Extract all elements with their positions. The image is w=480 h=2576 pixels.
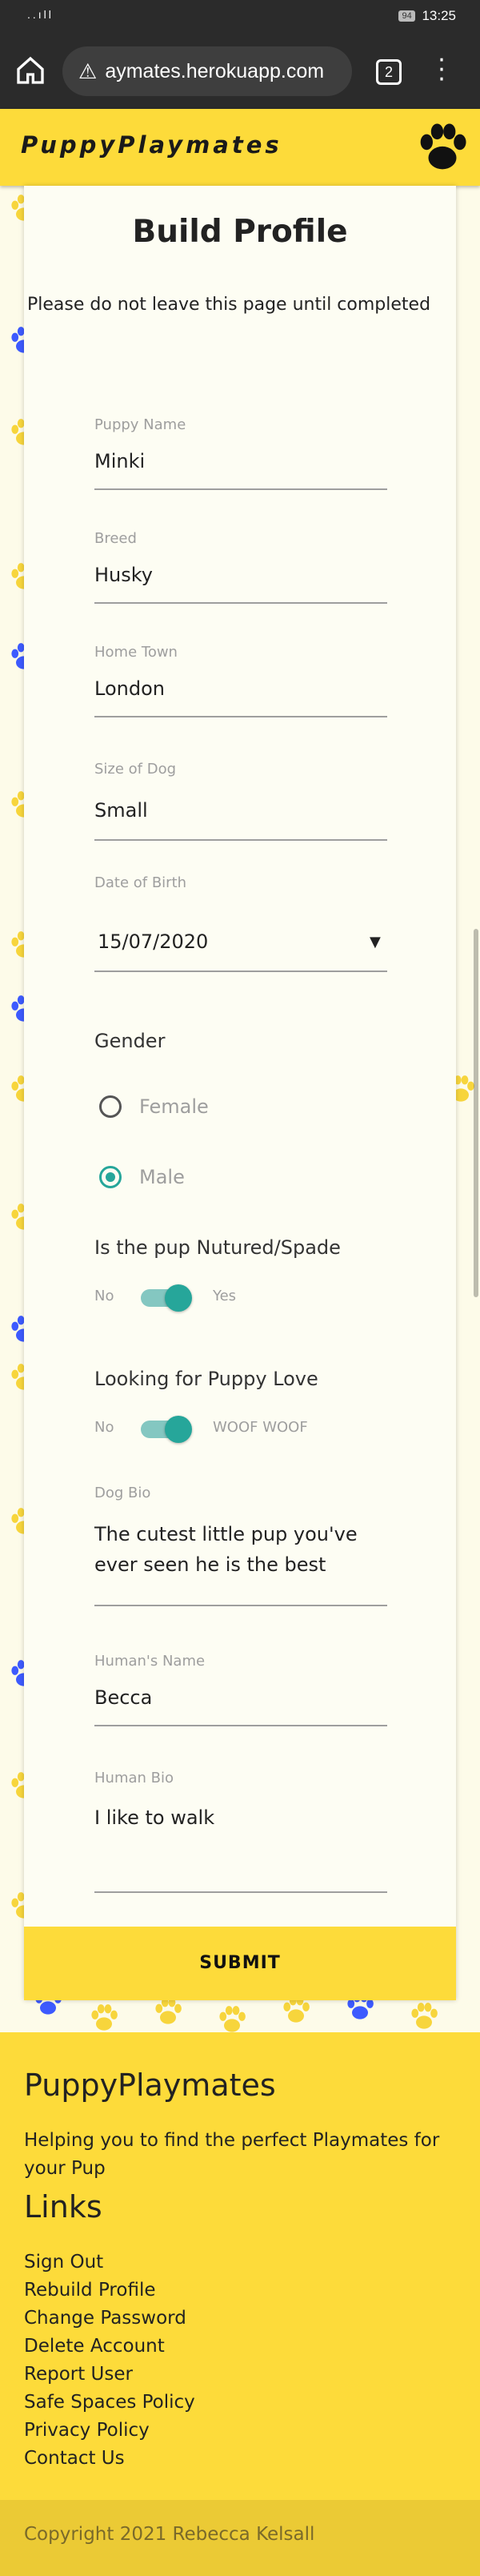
page-title: Build Profile <box>132 214 348 250</box>
puppy-love-label: Looking for Puppy Love <box>94 1368 318 1390</box>
toggle-knob <box>165 1284 192 1312</box>
home-icon[interactable] <box>14 54 46 86</box>
build-profile-card: Build Profile Please do not leave this p… <box>24 186 456 2000</box>
human-bio-input[interactable]: I like to walk <box>94 1806 214 1829</box>
gender-female-radio[interactable] <box>99 1095 122 1118</box>
dob-input[interactable]: 15/07/2020 <box>98 930 208 953</box>
dog-bio-label: Dog Bio <box>94 1485 151 1501</box>
puppy-love-toggle[interactable] <box>141 1416 192 1443</box>
dog-bio-underline <box>94 1605 387 1606</box>
submit-button[interactable]: SUBMIT <box>24 1927 456 2000</box>
gender-male-radio[interactable] <box>99 1166 122 1188</box>
scroll-indicator[interactable] <box>474 929 478 1297</box>
home-town-underline <box>94 716 387 717</box>
report-user-link[interactable]: Report User <box>24 2361 195 2389</box>
neutered-label: Is the pup Nutured/Spade <box>94 1236 341 1259</box>
site-footer: PuppyPlaymates Helping you to find the p… <box>0 2032 480 2500</box>
page-notice: Please do not leave this page until comp… <box>27 295 431 315</box>
paw-icon <box>411 2003 438 2029</box>
gender-female-label[interactable]: Female <box>139 1095 209 1118</box>
status-icons-left: ..ıll <box>27 8 54 21</box>
gender-label: Gender <box>94 1030 166 1052</box>
human-bio-underline <box>94 1891 387 1893</box>
paw-icon <box>91 2004 118 2031</box>
paw-icon <box>155 1998 182 2024</box>
human-name-label: Human's Name <box>94 1653 206 1670</box>
footer-links: Sign Out Rebuild Profile Change Password… <box>24 2248 195 2473</box>
breed-label: Breed <box>94 530 137 547</box>
change-password-link[interactable]: Change Password <box>24 2305 195 2333</box>
size-label: Size of Dog <box>94 761 177 778</box>
privacy-policy-link[interactable]: Privacy Policy <box>24 2417 195 2445</box>
toggle-knob <box>165 1416 192 1443</box>
footer-links-title: Links <box>24 2189 102 2224</box>
human-name-underline <box>94 1725 387 1726</box>
breed-underline <box>94 602 387 604</box>
puppy-love-on-label: WOOF WOOF <box>213 1419 308 1436</box>
paw-icon[interactable] <box>414 119 470 176</box>
home-town-input[interactable]: London <box>94 677 165 700</box>
tab-switcher-button[interactable]: 2 <box>376 59 402 85</box>
dog-bio-line-2[interactable]: ever seen he is the best <box>94 1553 326 1576</box>
more-vert-icon[interactable]: · · · <box>432 49 451 92</box>
neutered-off-label: No <box>94 1288 114 1304</box>
dob-label: Date of Birth <box>94 874 187 891</box>
status-bar: ..ıll 94 13:25 <box>0 0 480 32</box>
neutered-on-label: Yes <box>213 1288 237 1304</box>
puppy-name-underline <box>94 488 387 490</box>
battery-icon: 94 <box>398 10 415 22</box>
paw-icon <box>219 2006 246 2032</box>
safe-spaces-policy-link[interactable]: Safe Spaces Policy <box>24 2389 195 2417</box>
gender-male-label[interactable]: Male <box>139 1166 185 1188</box>
clock: 13:25 <box>422 8 456 23</box>
sign-out-link[interactable]: Sign Out <box>24 2248 195 2277</box>
size-underline <box>94 839 387 841</box>
contact-us-link[interactable]: Contact Us <box>24 2445 195 2473</box>
dob-underline <box>94 971 387 972</box>
puppy-name-label: Puppy Name <box>94 416 186 433</box>
site-navbar: PuppyPlaymates <box>0 109 480 186</box>
breed-input[interactable]: Husky <box>94 564 153 586</box>
human-bio-label: Human Bio <box>94 1770 174 1786</box>
size-select[interactable]: Small <box>94 799 148 822</box>
dog-bio-line-1[interactable]: The cutest little pup you've <box>94 1523 358 1545</box>
dropdown-arrow-icon[interactable]: ▼ <box>370 934 381 950</box>
footer-tagline: Helping you to find the perfect Playmate… <box>24 2130 440 2179</box>
copyright: Copyright 2021 Rebecca Kelsall <box>0 2500 480 2576</box>
status-icons-right: 94 13:25 <box>395 8 456 24</box>
rebuild-profile-link[interactable]: Rebuild Profile <box>24 2277 195 2305</box>
human-name-input[interactable]: Becca <box>94 1686 152 1709</box>
footer-title: PuppyPlaymates <box>24 2068 276 2103</box>
brand-logo[interactable]: PuppyPlaymates <box>21 131 282 159</box>
browser-toolbar: ⚠ aymates.herokuapp.com 2 · · · <box>0 32 480 109</box>
home-town-label: Home Town <box>94 644 178 661</box>
address-bar[interactable]: ⚠ aymates.herokuapp.com <box>62 46 352 96</box>
delete-account-link[interactable]: Delete Account <box>24 2333 195 2361</box>
puppy-love-off-label: No <box>94 1419 114 1436</box>
url-text: aymates.herokuapp.com <box>105 59 325 82</box>
puppy-name-input[interactable]: Minki <box>94 450 145 472</box>
neutered-toggle[interactable] <box>141 1284 192 1312</box>
warning-icon: ⚠ <box>78 58 98 83</box>
